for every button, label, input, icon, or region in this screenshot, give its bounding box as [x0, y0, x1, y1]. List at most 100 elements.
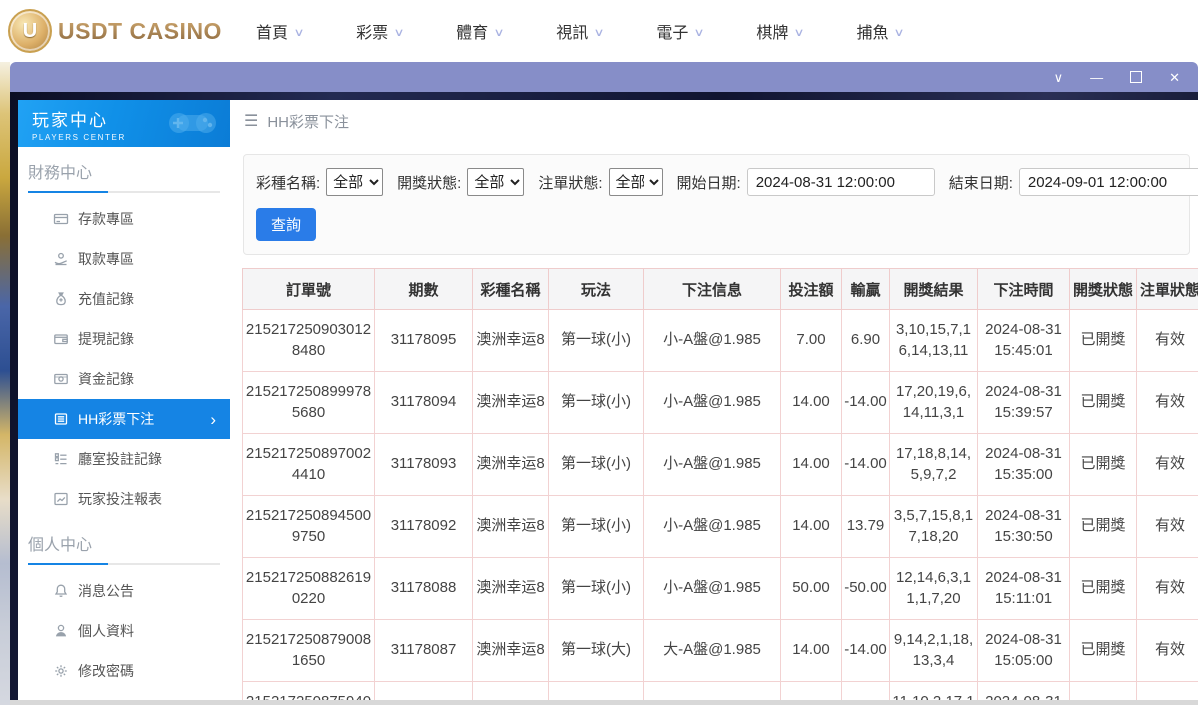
minimize-button[interactable]: — [1090, 71, 1103, 84]
usdt-coin-icon: U [8, 9, 52, 53]
table-cell: 14.00 [780, 433, 842, 496]
end-date-input[interactable] [1018, 168, 1198, 196]
sidebar-item-hall-bet-record[interactable]: 廳室投註記錄 [18, 439, 230, 479]
gamepad-icon [164, 105, 222, 146]
nav-item-label: 視訊 [556, 25, 589, 42]
table-cell: 2152172508999785680 [242, 371, 375, 434]
chevron-down-icon: ∨ [293, 26, 305, 39]
table-cell: 小-A盤@1.985 [643, 309, 781, 372]
sidebar-item-withdraw-zone[interactable]: 取款專區 [18, 239, 230, 279]
nav-item-fishing[interactable]: 捕魚 ∨ [856, 19, 906, 43]
sidebar-item-recharge-record[interactable]: 充值記錄 [18, 279, 230, 319]
table-row: 2152172508826190220 31178088 澳洲幸运8 第一球(小) 小-… [242, 557, 1198, 620]
table-cell: 17,18,8,14,5,9,7,2 [889, 433, 978, 496]
table-cell: 14.00 [780, 371, 842, 434]
table-cell: 有效 [1136, 495, 1198, 558]
table-cell: 有效 [1136, 309, 1198, 372]
table-cell: 小-A盤@1.985 [643, 433, 781, 496]
sidebar-item-funds-record[interactable]: 資金記錄 [18, 359, 230, 399]
sidebar-item-hh-lottery-bet[interactable]: HH彩票下注 › [18, 399, 230, 439]
table-cell: 第一球(小) [548, 495, 644, 558]
filter-row: 彩種名稱: 全部 開獎狀態: 全部 注單狀態: 全部 開始日期: 結束日期: [256, 168, 1198, 196]
sidebar-item-player-bet-report[interactable]: 玩家投注報表 [18, 479, 230, 519]
nav-item-cards[interactable]: 棋牌 ∨ [756, 19, 806, 43]
table-cell: 31178088 [374, 557, 473, 620]
maximize-button[interactable] [1130, 71, 1143, 83]
table-cell: 小-A盤@1.985 [643, 557, 781, 620]
lottery-name-label: 彩種名稱: [256, 174, 321, 192]
sidebar-item-deposit-zone[interactable]: 存款專區 [18, 199, 230, 239]
order-status-select[interactable]: 全部 [608, 168, 663, 196]
table-cell: 7.00 [780, 309, 842, 372]
table-cell: 2024-08-31 15:39:57 [977, 371, 1070, 434]
nav-item-lottery[interactable]: 彩票 ∨ [356, 19, 405, 43]
nav-item-slots[interactable]: 電子 ∨ [656, 19, 706, 43]
menu-toggle-icon[interactable]: ☰ [244, 111, 258, 131]
site-topbar: U USDT CASINO 首頁 ∨ 彩票 ∨ 體育 ∨ 視訊 ∨ 電子 ∨ 棋牌 ∨ 捕魚 ∨ [0, 0, 1198, 62]
lottery-name-select[interactable]: 全部 [326, 168, 384, 196]
start-date-label: 開始日期: [676, 174, 741, 192]
page-header: ☰ HH彩票下注 [230, 100, 1198, 142]
sidebar-section-personal: 個人中心 消息公告 個人資料 修改密碼 [18, 531, 230, 691]
horizontal-scrollbar[interactable] [10, 700, 1198, 705]
column-header: 注單狀態 [1136, 268, 1198, 310]
table-cell: 2024-08-31 15:05:00 [977, 619, 1070, 682]
table-cell: 13.79 [841, 495, 890, 558]
wallet-coin-icon [52, 370, 70, 388]
sidebar-item-label: 取款專區 [78, 251, 134, 267]
chevron-down-icon: ∨ [793, 26, 806, 39]
table-cell: 第一球(小) [548, 433, 644, 496]
table-cell: 有效 [1136, 371, 1198, 434]
table-cell: 2024-08-31 15:45:01 [977, 309, 1070, 372]
chevron-right-icon: › [210, 409, 216, 429]
table-cell: 3,10,15,7,16,14,13,11 [889, 309, 978, 372]
chevron-down-icon: ∨ [593, 26, 605, 39]
nav-item-label: 捕魚 [856, 25, 889, 42]
table-row: 2152172509030128480 31178095 澳洲幸运8 第一球(小) 小-… [242, 309, 1198, 372]
table-cell: 14.00 [780, 619, 842, 682]
draw-status-label: 開獎狀態: [397, 174, 462, 192]
search-button[interactable]: 查詢 [256, 208, 317, 241]
nav-item-label: 棋牌 [756, 25, 789, 42]
table-cell: 2024-08-31 15:35:00 [977, 433, 1070, 496]
sidebar-section-finance: 財務中心存款專區取款專區充值記錄提現記錄資金記錄 HH彩票下注 › 廳室投註記錄 玩家投… [18, 159, 230, 519]
nav-item-video[interactable]: 視訊 ∨ [556, 19, 605, 43]
table-cell: 第一球(大) [548, 619, 644, 682]
column-header: 輸贏 [841, 268, 890, 310]
table-cell: 17,20,19,6,14,11,3,1 [889, 371, 978, 434]
section-underline [28, 191, 220, 193]
nav-item-label: 首頁 [256, 25, 289, 42]
chevron-down-icon: ∨ [693, 26, 706, 39]
sidebar-item-label: 修改密碼 [78, 663, 134, 679]
table-cell: 已開獎 [1069, 557, 1137, 620]
sidebar-item-profile[interactable]: 個人資料 [18, 611, 230, 651]
page-background-strip [0, 62, 10, 705]
sidebar-item-label: 充值記錄 [78, 291, 134, 307]
table-cell: 2152172508826190220 [242, 557, 375, 620]
column-header: 彩種名稱 [472, 268, 549, 310]
sidebar-item-change-password[interactable]: 修改密碼 [18, 651, 230, 691]
window-controls: ∨ — ✕ [1054, 71, 1180, 84]
table-cell: 第一球(小) [548, 371, 644, 434]
close-button[interactable]: ✕ [1169, 71, 1180, 84]
table-cell: 有效 [1136, 619, 1198, 682]
start-date-input[interactable] [746, 168, 935, 196]
sidebar-item-announcements[interactable]: 消息公告 [18, 571, 230, 611]
table-cell: 2024-08-31 15:30:50 [977, 495, 1070, 558]
table-cell: 澳洲幸运8 [472, 557, 549, 620]
site-logo[interactable]: U USDT CASINO [8, 9, 236, 53]
nav-item-home[interactable]: 首頁 ∨ [256, 19, 305, 43]
draw-status-select[interactable]: 全部 [467, 168, 525, 196]
main-content: ☰ HH彩票下注 彩種名稱: 全部 開獎狀態: 全部 注單狀態: 全部 開始日期… [230, 100, 1198, 705]
chevron-down-icon: ∨ [893, 26, 906, 39]
column-header: 下注信息 [643, 268, 781, 310]
sidebar-item-label: 資金記錄 [78, 371, 134, 387]
gear-icon [52, 662, 70, 680]
sidebar-item-withdraw-record[interactable]: 提現記錄 [18, 319, 230, 359]
table-cell: 已開獎 [1069, 433, 1137, 496]
table-cell: 2024-08-31 15:11:01 [977, 557, 1070, 620]
sidebar-section-label: 財務中心 [28, 165, 93, 182]
chevron-down-icon[interactable]: ∨ [1054, 71, 1064, 84]
nav-item-sports[interactable]: 體育 ∨ [456, 19, 505, 43]
table-cell: 31178092 [374, 495, 473, 558]
